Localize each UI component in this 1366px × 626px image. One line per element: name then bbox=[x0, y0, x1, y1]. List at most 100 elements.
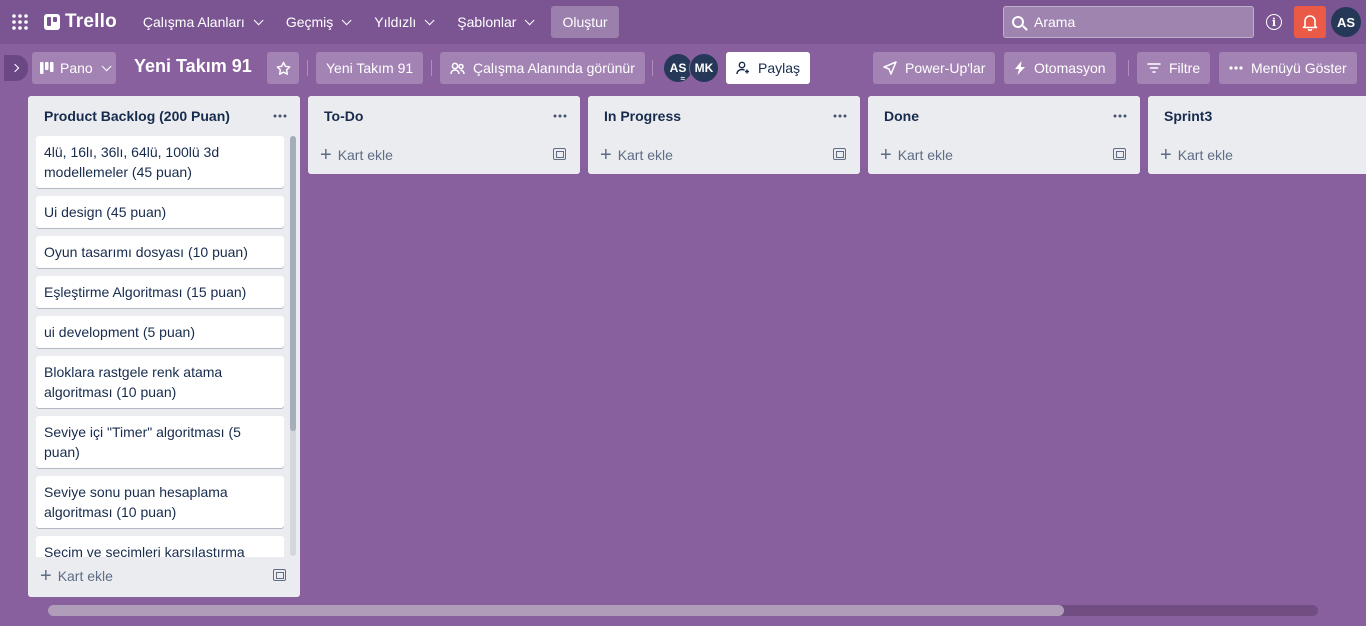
sidebar-toggle[interactable] bbox=[4, 55, 28, 81]
list-title[interactable]: In Progress bbox=[604, 108, 681, 124]
list-header[interactable]: Product Backlog (200 Puan) bbox=[28, 96, 300, 136]
list-done: Done + Kart ekle bbox=[868, 96, 1140, 174]
menu-workspaces[interactable]: Çalışma Alanları bbox=[135, 6, 268, 38]
notifications-button[interactable] bbox=[1294, 6, 1326, 38]
search-input[interactable] bbox=[1034, 14, 1234, 30]
list-item[interactable]: Seviye sonu puan hesaplama algoritması (… bbox=[36, 476, 284, 528]
list-scrollbar[interactable] bbox=[290, 136, 296, 556]
search-icon bbox=[1012, 16, 1024, 28]
menu-starred[interactable]: Yıldızlı bbox=[366, 6, 439, 38]
share-button[interactable]: Paylaş bbox=[726, 52, 811, 84]
add-card-label: Kart ekle bbox=[617, 147, 673, 163]
star-icon bbox=[276, 61, 290, 75]
show-menu-button[interactable]: Menüyü Göster bbox=[1219, 52, 1357, 84]
power-ups-button[interactable]: Power-Up'lar bbox=[873, 52, 996, 84]
chevron-right-icon bbox=[10, 63, 19, 73]
apps-grid-icon[interactable] bbox=[6, 8, 34, 36]
list-header[interactable]: Sprint3 bbox=[1148, 96, 1366, 136]
divider bbox=[431, 60, 432, 76]
list-header[interactable]: Done bbox=[868, 96, 1140, 136]
logo-text: Trello bbox=[65, 11, 117, 32]
chevron-down-icon bbox=[341, 14, 352, 25]
add-card-label: Kart ekle bbox=[1177, 147, 1233, 163]
automation-button[interactable]: Otomasyon bbox=[1004, 52, 1116, 84]
chevron-down-icon bbox=[525, 14, 536, 25]
chevron-down-icon bbox=[424, 14, 435, 25]
add-card-label: Kart ekle bbox=[337, 147, 393, 163]
menu-recent[interactable]: Geçmiş bbox=[278, 6, 356, 38]
plus-icon: + bbox=[600, 144, 612, 166]
more-icon bbox=[273, 114, 287, 118]
board-title[interactable]: Yeni Takım 91 bbox=[134, 56, 252, 77]
admin-icon: ≈ bbox=[680, 74, 685, 83]
more-icon bbox=[1229, 66, 1243, 70]
filter-label: Filtre bbox=[1169, 60, 1201, 76]
add-card-button[interactable]: + Kart ekle bbox=[28, 557, 300, 595]
member-avatar-mk[interactable]: MK bbox=[689, 53, 719, 83]
list-header[interactable]: In Progress bbox=[588, 96, 860, 136]
list-item[interactable]: ui development (5 puan) bbox=[36, 316, 284, 348]
plus-icon: + bbox=[320, 144, 332, 166]
board-header: Pano Yeni Takım 91 Yeni Takım 91 Çalışma… bbox=[0, 44, 1366, 92]
list-scrollbar-thumb[interactable] bbox=[290, 136, 296, 431]
add-card-button[interactable]: + Kart ekle bbox=[308, 136, 580, 174]
template-icon[interactable] bbox=[833, 148, 846, 160]
add-user-icon bbox=[736, 61, 749, 75]
template-icon[interactable] bbox=[273, 569, 286, 581]
more-icon bbox=[833, 114, 847, 118]
divider bbox=[652, 60, 653, 76]
add-card-button[interactable]: + Kart ekle bbox=[588, 136, 860, 174]
bolt-icon bbox=[1015, 61, 1025, 75]
plus-icon: + bbox=[1160, 144, 1172, 166]
list-menu-button[interactable] bbox=[828, 104, 852, 128]
list-title[interactable]: Sprint3 bbox=[1164, 108, 1212, 124]
list-item[interactable]: Oyun tasarımı dosyası (10 puan) bbox=[36, 236, 284, 268]
board-scrollbar-thumb[interactable] bbox=[48, 605, 1064, 616]
add-card-button[interactable]: + Kart ekle bbox=[868, 136, 1140, 174]
list-item[interactable]: Seçim ve seçimleri karşılaştırma bbox=[36, 536, 284, 557]
menu-starred-label: Yıldızlı bbox=[374, 14, 417, 30]
list-title[interactable]: To-Do bbox=[324, 108, 363, 124]
list-menu-button[interactable] bbox=[1108, 104, 1132, 128]
create-button[interactable]: Oluştur bbox=[551, 6, 619, 38]
bell-icon bbox=[1302, 15, 1318, 31]
menu-recent-label: Geçmiş bbox=[285, 14, 334, 30]
filter-icon bbox=[1147, 63, 1161, 73]
add-card-label: Kart ekle bbox=[57, 568, 113, 584]
add-card-button[interactable]: + Kart ekle bbox=[1148, 136, 1366, 174]
template-icon[interactable] bbox=[553, 148, 566, 160]
plus-icon: + bbox=[880, 144, 892, 166]
trello-logo-icon bbox=[44, 14, 60, 30]
workspace-button[interactable]: Yeni Takım 91 bbox=[316, 52, 424, 84]
add-card-label: Kart ekle bbox=[897, 147, 953, 163]
list-item[interactable]: Seviye içi "Timer" algoritması (5 puan) bbox=[36, 416, 284, 468]
list-menu-button[interactable] bbox=[548, 104, 572, 128]
board-view-label: Pano bbox=[60, 60, 93, 76]
list-menu-button[interactable] bbox=[268, 104, 292, 128]
chevron-down-icon bbox=[253, 14, 264, 25]
list-title[interactable]: Product Backlog (200 Puan) bbox=[44, 108, 230, 124]
info-button[interactable]: i bbox=[1262, 8, 1286, 36]
list-item[interactable]: Ui design (45 puan) bbox=[36, 196, 284, 228]
visibility-button[interactable]: Çalışma Alanında görünür bbox=[440, 52, 645, 84]
board-view-switcher[interactable]: Pano bbox=[32, 52, 116, 84]
list-title[interactable]: Done bbox=[884, 108, 919, 124]
list-item[interactable]: Bloklara rastgele renk atama algoritması… bbox=[36, 356, 284, 408]
trello-logo[interactable]: Trello bbox=[40, 6, 121, 38]
share-label: Paylaş bbox=[758, 60, 801, 76]
avatar[interactable]: AS bbox=[1331, 7, 1361, 37]
filter-button[interactable]: Filtre bbox=[1137, 52, 1211, 84]
list-header[interactable]: To-Do bbox=[308, 96, 580, 136]
menu-workspaces-label: Çalışma Alanları bbox=[142, 14, 245, 30]
search-box[interactable] bbox=[1003, 6, 1254, 38]
template-icon[interactable] bbox=[1113, 148, 1126, 160]
visibility-label: Çalışma Alanında görünür bbox=[473, 60, 635, 76]
star-button[interactable] bbox=[267, 52, 299, 84]
chevron-down-icon bbox=[101, 60, 112, 71]
board-icon bbox=[40, 62, 54, 74]
list-item[interactable]: Eşleştirme Algoritması (15 puan) bbox=[36, 276, 284, 308]
board-scrollbar[interactable] bbox=[48, 605, 1318, 616]
more-icon bbox=[553, 114, 567, 118]
list-item[interactable]: 4lü, 16lı, 36lı, 64lü, 100lü 3d modellem… bbox=[36, 136, 284, 188]
menu-templates[interactable]: Şablonlar bbox=[449, 6, 539, 38]
